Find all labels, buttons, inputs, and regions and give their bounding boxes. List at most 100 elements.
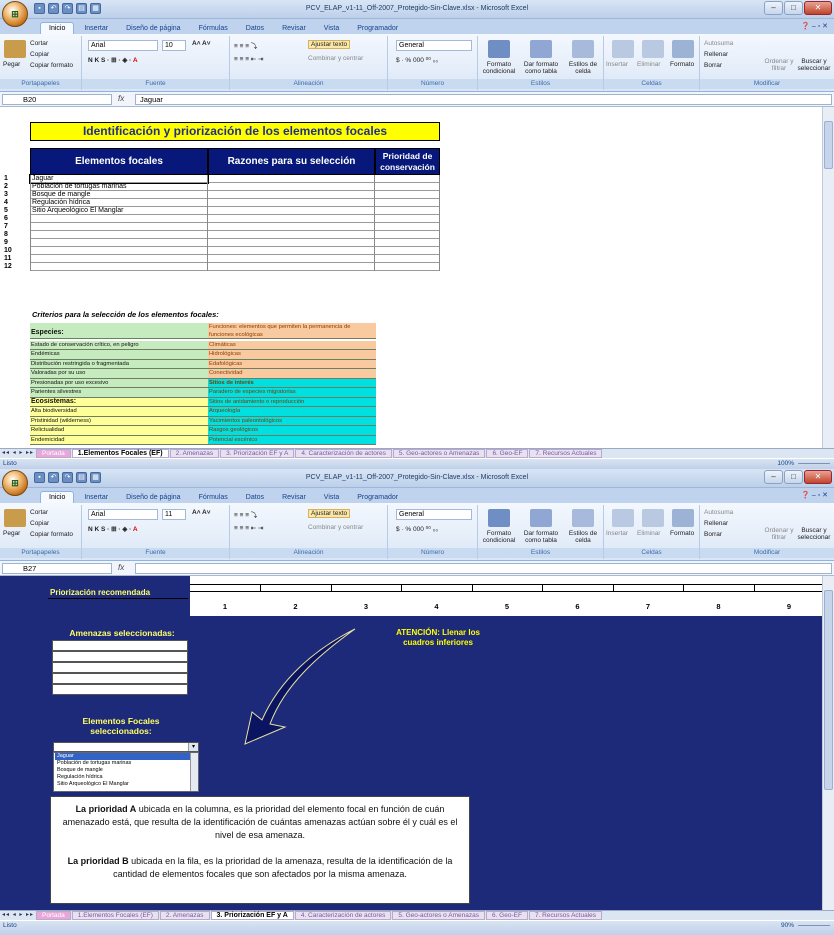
office-button[interactable]: ⊞: [2, 470, 28, 496]
priority-cell[interactable]: [375, 263, 440, 271]
cut-button[interactable]: Cortar: [30, 40, 48, 47]
priority-cell[interactable]: [375, 183, 440, 191]
table-format-icon[interactable]: [530, 509, 552, 527]
zoom-level[interactable]: 100%: [777, 459, 794, 468]
focal-cell[interactable]: [30, 247, 208, 255]
dropdown-option[interactable]: Sitio Arqueológico El Manglar: [55, 781, 191, 788]
sheet-tab[interactable]: 2. Amenazas: [159, 911, 210, 920]
fill-button[interactable]: Rellenar: [704, 51, 728, 58]
amenaza-input[interactable]: [52, 651, 188, 662]
cell-styles-icon[interactable]: [572, 509, 594, 527]
focal-cell[interactable]: Jaguar: [29, 174, 209, 184]
tab-diseno[interactable]: Diseño de página: [118, 23, 189, 34]
sheet-tab[interactable]: 6. Geo-EF: [486, 449, 529, 458]
focal-cell[interactable]: [30, 223, 208, 231]
worksheet[interactable]: 1 2 3 4 5 6 7 8 9 Priorización recomendada ATENC…: [0, 576, 834, 910]
fx-icon[interactable]: fx: [118, 563, 124, 572]
focal-select[interactable]: ▾: [53, 742, 199, 752]
table-format-button[interactable]: Dar formato como tabla: [520, 530, 562, 544]
tab-datos[interactable]: Datos: [238, 492, 272, 503]
cell-styles-icon[interactable]: [572, 40, 594, 58]
sheet-tab[interactable]: 5. Geo-actores o Amenazas: [392, 911, 485, 920]
cut-button[interactable]: Cortar: [30, 509, 48, 516]
delete-button[interactable]: Eliminar: [637, 61, 660, 68]
indent-icons[interactable]: ≡ ≡ ≡ ⇤ ⇥: [234, 524, 264, 532]
priority-cell[interactable]: [375, 215, 440, 223]
conditional-format-icon[interactable]: [488, 40, 510, 58]
sheet-tab[interactable]: Portada: [36, 449, 71, 458]
reason-cell[interactable]: [208, 191, 375, 199]
tab-formulas[interactable]: Fórmulas: [191, 492, 236, 503]
formula-input[interactable]: Jaguar: [135, 94, 832, 105]
copy-button[interactable]: Copiar: [30, 51, 49, 58]
merge-button[interactable]: Combinar y centrar: [308, 55, 363, 62]
help-icon[interactable]: ❓ – ▫ ✕: [801, 491, 828, 499]
format-painter-button[interactable]: Copiar formato: [30, 531, 73, 538]
priority-cell[interactable]: [375, 223, 440, 231]
sort-filter-button[interactable]: Ordenar y filtrar: [762, 58, 796, 72]
number-format-icons[interactable]: $ · % 000 ⁰⁰ ₀₀: [396, 56, 438, 64]
table-format-button[interactable]: Dar formato como tabla: [520, 61, 562, 75]
priority-cell[interactable]: [375, 239, 440, 247]
dropdown-option[interactable]: Población de tortugas marinas: [55, 760, 191, 767]
close-button[interactable]: ✕: [804, 1, 832, 15]
minimize-button[interactable]: –: [764, 470, 783, 484]
indent-icons[interactable]: ≡ ≡ ≡ ⇤ ⇥: [234, 55, 264, 63]
delete-cells-icon[interactable]: [642, 509, 664, 527]
table-format-icon[interactable]: [530, 40, 552, 58]
number-format-select[interactable]: General: [396, 509, 472, 520]
align-icons[interactable]: ≡ ≡ ≡ ⤵: [234, 509, 257, 519]
tab-insertar[interactable]: Insertar: [76, 492, 116, 503]
bold-italic-underline[interactable]: N K S · ⊞ · ◈ · A: [88, 56, 138, 64]
sheet-tab[interactable]: Portada: [36, 911, 71, 920]
name-box[interactable]: B20: [2, 94, 112, 105]
tab-datos[interactable]: Datos: [238, 23, 272, 34]
font-select[interactable]: Arial: [88, 509, 158, 520]
focal-cell[interactable]: Sitio Arqueológico El Manglar: [30, 207, 208, 215]
sheet-tab-active[interactable]: 1.Elementos Focales (EF): [71, 449, 169, 458]
clear-button[interactable]: Borrar: [704, 531, 722, 538]
reason-cell[interactable]: [208, 199, 375, 207]
clear-button[interactable]: Borrar: [704, 62, 722, 69]
amenaza-input[interactable]: [52, 684, 188, 695]
office-button[interactable]: ⊞: [2, 1, 28, 27]
font-grow-icon[interactable]: A˄ A˅: [192, 40, 211, 47]
dropdown-option[interactable]: Jaguar: [55, 753, 191, 760]
sheet-tab[interactable]: 2. Amenazas: [169, 449, 220, 458]
sheet-tab[interactable]: 1.Elementos Focales (EF): [71, 911, 159, 920]
amenaza-input[interactable]: [52, 640, 188, 651]
reason-cell[interactable]: [208, 207, 375, 215]
number-format-select[interactable]: General: [396, 40, 472, 51]
focal-cell[interactable]: Regulación hídrica: [30, 199, 208, 207]
tab-revisar[interactable]: Revisar: [274, 492, 314, 503]
vertical-scrollbar[interactable]: [822, 576, 834, 910]
find-select-button[interactable]: Buscar y seleccionar: [796, 527, 832, 541]
dropdown-scrollbar[interactable]: [190, 753, 198, 791]
tab-formulas[interactable]: Fórmulas: [191, 23, 236, 34]
copy-button[interactable]: Copiar: [30, 520, 49, 527]
focal-cell[interactable]: [30, 215, 208, 223]
autosum-button[interactable]: Autosuma: [704, 509, 733, 516]
reason-cell[interactable]: [208, 231, 375, 239]
minimize-button[interactable]: –: [764, 1, 783, 15]
align-icons[interactable]: ≡ ≡ ≡ ⤵: [234, 40, 257, 50]
insert-cells-icon[interactable]: [612, 509, 634, 527]
sheet-nav-arrows[interactable]: ◂◂ ◂ ▸ ▸▸: [2, 449, 34, 456]
dropdown-option[interactable]: Regulación hídrica: [55, 774, 191, 781]
priority-cell[interactable]: [375, 207, 440, 215]
worksheet[interactable]: Identificación y priorización de los ele…: [0, 107, 834, 448]
sheet-tab[interactable]: 3. Priorización EF y A: [220, 449, 295, 458]
conditional-format-button[interactable]: Formato condicional: [480, 530, 518, 544]
paste-button[interactable]: Pegar: [3, 530, 20, 537]
sheet-tab[interactable]: 6. Geo-EF: [485, 911, 528, 920]
insert-button[interactable]: Insertar: [606, 530, 628, 537]
format-button[interactable]: Formato: [670, 530, 694, 537]
priority-cell[interactable]: [375, 191, 440, 199]
formula-input[interactable]: [135, 563, 832, 574]
delete-cells-icon[interactable]: [642, 40, 664, 58]
tab-revisar[interactable]: Revisar: [274, 23, 314, 34]
sort-filter-button[interactable]: Ordenar y filtrar: [762, 527, 796, 541]
priority-cell[interactable]: [375, 247, 440, 255]
cell-styles-button[interactable]: Estilos de celda: [564, 61, 602, 75]
reason-cell[interactable]: [208, 183, 375, 191]
